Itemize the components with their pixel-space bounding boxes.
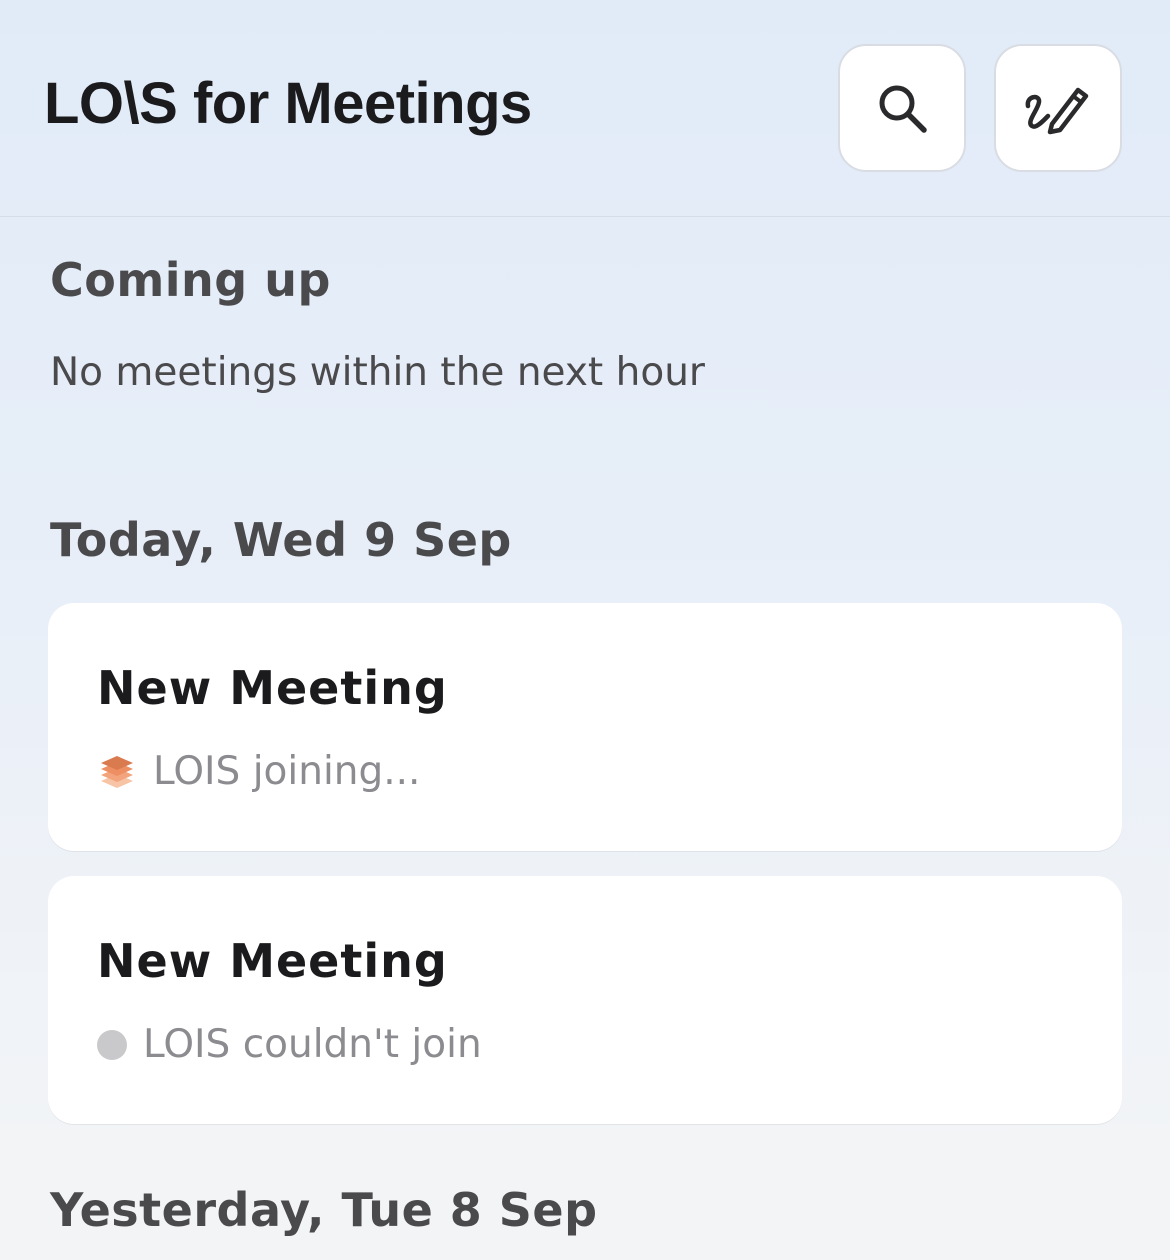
meeting-title: New Meeting xyxy=(97,934,448,988)
meeting-card[interactable]: New Meeting LOIS joining... xyxy=(48,603,1122,851)
layers-icon xyxy=(101,755,133,788)
app-header: LO\S for Meetings xyxy=(0,0,1170,217)
compose-pen-icon xyxy=(1025,87,1089,135)
day-heading-today: Today, Wed 9 Sep xyxy=(50,513,512,567)
app-title: LO\S for Meetings xyxy=(44,71,532,136)
meeting-title: New Meeting xyxy=(97,661,448,715)
compose-button[interactable] xyxy=(994,44,1122,172)
coming-up-heading: Coming up xyxy=(50,253,331,307)
search-icon xyxy=(879,85,927,133)
no-meetings-text: No meetings within the next hour xyxy=(50,350,705,395)
meeting-status: LOIS couldn't join xyxy=(97,1022,482,1067)
day-heading-yesterday: Yesterday, Tue 8 Sep xyxy=(50,1183,598,1237)
search-button[interactable] xyxy=(838,44,966,172)
meeting-status-text: LOIS couldn't join xyxy=(143,1022,482,1067)
meeting-status-text: LOIS joining... xyxy=(153,749,421,794)
status-dot xyxy=(97,1029,127,1060)
meeting-status: LOIS joining... xyxy=(97,749,420,794)
meeting-card[interactable]: New Meeting LOIS couldn't join xyxy=(48,876,1122,1124)
